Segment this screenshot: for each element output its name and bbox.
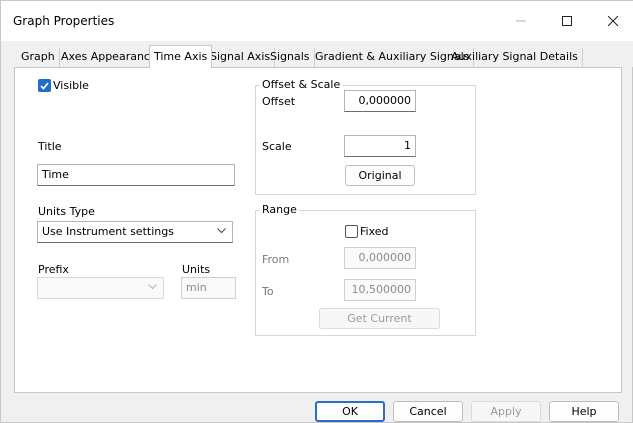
minimize-button[interactable] [498, 1, 544, 41]
title-input[interactable]: Time [37, 164, 235, 186]
to-input[interactable]: 10,500000 [344, 279, 416, 301]
close-button[interactable] [590, 1, 633, 41]
apply-button[interactable]: Apply [471, 401, 541, 422]
offset-input[interactable]: 0,000000 [344, 90, 416, 112]
checkmark-icon [40, 82, 49, 90]
close-icon [608, 16, 618, 26]
tab-axes-appearance[interactable]: Axes Appearance [57, 48, 162, 67]
visible-label: Visible [53, 79, 89, 92]
maximize-icon [562, 16, 572, 26]
ok-button[interactable]: OK [315, 401, 385, 422]
fixed-label: Fixed [360, 225, 389, 238]
original-button[interactable]: Original [345, 165, 415, 186]
tab-time-axis[interactable]: Time Axis [149, 45, 213, 68]
units-type-select[interactable]: Use Instrument settings [37, 221, 233, 243]
title-label: Title [38, 140, 62, 153]
range-group-title: Range [260, 203, 299, 216]
chevron-down-icon [148, 284, 157, 290]
scale-label: Scale [262, 140, 292, 153]
tab-signal-axis[interactable]: Signal Axis [206, 48, 276, 67]
units-input[interactable]: min [181, 277, 236, 299]
offset-label: Offset [262, 95, 296, 108]
fixed-checkbox[interactable] [345, 225, 358, 238]
prefix-label: Prefix [38, 263, 69, 276]
units-type-label: Units Type [38, 205, 95, 218]
graph-properties-dialog: Graph Properties Graph Axes Appearance T… [0, 0, 633, 423]
to-label: To [262, 285, 274, 298]
cancel-button[interactable]: Cancel [393, 401, 463, 422]
help-button[interactable]: Help [549, 401, 619, 422]
units-label: Units [182, 263, 211, 276]
offset-scale-group-title: Offset & Scale [260, 78, 343, 91]
from-label: From [262, 253, 290, 266]
maximize-button[interactable] [544, 1, 590, 41]
tab-auxiliary-signal-details[interactable]: Auxiliary Signal Details [447, 48, 583, 67]
tab-graph[interactable]: Graph [17, 48, 60, 67]
prefix-select[interactable] [37, 277, 164, 299]
get-current-button[interactable]: Get Current [319, 308, 440, 329]
chevron-down-icon [217, 228, 226, 234]
window-title: Graph Properties [13, 14, 115, 28]
tab-signals[interactable]: Signals [266, 48, 315, 67]
scale-input[interactable]: 1 [344, 135, 416, 157]
visible-checkbox[interactable] [38, 79, 51, 92]
minimize-icon [516, 20, 526, 22]
units-type-value: Use Instrument settings [42, 225, 174, 238]
title-bar[interactable]: Graph Properties [1, 1, 633, 41]
from-input[interactable]: 0,000000 [344, 247, 416, 269]
